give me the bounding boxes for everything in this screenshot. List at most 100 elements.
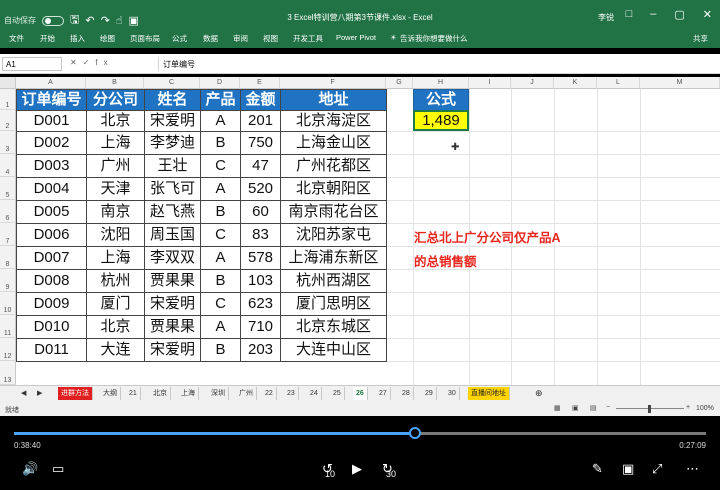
- table-cell-address[interactable]: 广州花都区: [280, 154, 387, 178]
- table-cell-order-id[interactable]: D010: [16, 315, 87, 339]
- page-layout-view-icon[interactable]: ▣: [572, 404, 579, 412]
- row-header-4[interactable]: 4: [0, 154, 16, 177]
- sheet-tab-27[interactable]: 27: [376, 387, 391, 400]
- tab-home[interactable]: 开始: [40, 33, 55, 44]
- minimize-icon[interactable]: –: [650, 8, 656, 21]
- zoom-slider-handle[interactable]: [648, 405, 651, 413]
- column-header-h[interactable]: H: [413, 77, 469, 89]
- sheet-tab-join-group[interactable]: 进群方法: [58, 387, 93, 400]
- table-cell-branch[interactable]: 大连: [86, 338, 145, 362]
- table-cell-address[interactable]: 南京雨花台区: [280, 200, 387, 224]
- tab-file[interactable]: 文件: [9, 33, 24, 44]
- column-header-e[interactable]: E: [240, 77, 280, 89]
- table-cell-branch[interactable]: 厦门: [86, 292, 145, 316]
- table-header-amount[interactable]: 金额: [240, 89, 281, 111]
- tab-data[interactable]: 数据: [203, 33, 218, 44]
- sheet-tab-24[interactable]: 24: [307, 387, 322, 400]
- table-cell-order-id[interactable]: D009: [16, 292, 87, 316]
- table-cell-name[interactable]: 贾果果: [144, 269, 201, 293]
- tab-view[interactable]: 视图: [263, 33, 278, 44]
- column-header-b[interactable]: B: [86, 77, 144, 89]
- table-cell-name[interactable]: 王壮: [144, 154, 201, 178]
- table-cell-amount[interactable]: 520: [240, 177, 281, 201]
- column-header-f[interactable]: F: [280, 77, 386, 89]
- table-cell-amount[interactable]: 60: [240, 200, 281, 224]
- tab-developer[interactable]: 开发工具: [293, 33, 323, 44]
- table-cell-order-id[interactable]: D007: [16, 246, 87, 270]
- table-header-name[interactable]: 姓名: [144, 89, 201, 111]
- table-cell-amount[interactable]: 623: [240, 292, 281, 316]
- sheet-tab-outline[interactable]: 大纲: [100, 387, 121, 400]
- row-header-10[interactable]: 10: [0, 292, 16, 315]
- sheet-tab-shenzhen[interactable]: 深圳: [208, 387, 229, 400]
- column-header-i[interactable]: I: [469, 77, 511, 89]
- table-cell-branch[interactable]: 南京: [86, 200, 145, 224]
- next-sheet-icon[interactable]: ▶: [34, 387, 45, 400]
- table-cell-address[interactable]: 大连中山区: [280, 338, 387, 362]
- zoom-level[interactable]: 100%: [696, 405, 714, 412]
- table-cell-order-id[interactable]: D001: [16, 110, 87, 132]
- table-cell-address[interactable]: 北京东城区: [280, 315, 387, 339]
- sheet-tab-shanghai[interactable]: 上海: [178, 387, 199, 400]
- row-header-5[interactable]: 5: [0, 177, 16, 200]
- play-icon[interactable]: ▶: [352, 461, 362, 477]
- tab-page-layout[interactable]: 页面布局: [130, 33, 160, 44]
- formula-result-cell[interactable]: 1,489: [413, 110, 469, 131]
- tell-me-box[interactable]: 告诉我你想要做什么: [400, 33, 468, 44]
- table-cell-branch[interactable]: 沈阳: [86, 223, 145, 247]
- table-cell-product[interactable]: A: [200, 177, 241, 201]
- sheet-tab-26[interactable]: 26: [353, 387, 368, 400]
- miniplayer-icon[interactable]: ▣: [622, 461, 634, 477]
- table-cell-branch[interactable]: 北京: [86, 315, 145, 339]
- more-options-icon[interactable]: ⋯: [686, 461, 699, 477]
- table-cell-amount[interactable]: 47: [240, 154, 281, 178]
- close-icon[interactable]: ✕: [703, 8, 712, 21]
- sheet-tab-22[interactable]: 22: [262, 387, 277, 400]
- ribbon-display-icon[interactable]: □: [626, 8, 633, 21]
- formula-input[interactable]: 订单编号: [158, 57, 718, 71]
- table-cell-name[interactable]: 宋爱明: [144, 338, 201, 362]
- table-cell-name[interactable]: 贾果果: [144, 315, 201, 339]
- table-cell-product[interactable]: A: [200, 315, 241, 339]
- table-header-address[interactable]: 地址: [280, 89, 387, 111]
- row-header-13[interactable]: 13: [0, 361, 16, 385]
- name-box[interactable]: A1: [2, 57, 62, 71]
- table-cell-product[interactable]: B: [200, 269, 241, 293]
- sheet-tab-guangzhou[interactable]: 广州: [236, 387, 257, 400]
- sheet-tab-live-address[interactable]: 直播间地址: [468, 387, 510, 400]
- table-cell-branch[interactable]: 杭州: [86, 269, 145, 293]
- row-header-8[interactable]: 8: [0, 246, 16, 269]
- formula-header-cell[interactable]: 公式: [413, 89, 469, 111]
- table-cell-product[interactable]: A: [200, 110, 241, 132]
- column-header-l[interactable]: L: [597, 77, 640, 89]
- table-cell-product[interactable]: C: [200, 154, 241, 178]
- worksheet-grid[interactable]: A B C D E F G H I J K L M 1 2 3 4 5 6 7 …: [0, 77, 720, 385]
- zoom-in-icon[interactable]: +: [686, 404, 690, 411]
- table-cell-order-id[interactable]: D011: [16, 338, 87, 362]
- row-header-11[interactable]: 11: [0, 315, 16, 338]
- table-cell-address[interactable]: 杭州西湖区: [280, 269, 387, 293]
- table-cell-address[interactable]: 上海浦东新区: [280, 246, 387, 270]
- table-cell-branch[interactable]: 天津: [86, 177, 145, 201]
- zoom-out-icon[interactable]: −: [606, 404, 610, 411]
- column-header-d[interactable]: D: [200, 77, 240, 89]
- tab-insert[interactable]: 插入: [70, 33, 85, 44]
- table-cell-product[interactable]: B: [200, 338, 241, 362]
- cancel-icon[interactable]: ✕: [70, 58, 83, 67]
- column-header-a[interactable]: A: [16, 77, 86, 89]
- table-cell-order-id[interactable]: D006: [16, 223, 87, 247]
- captions-icon[interactable]: ▭: [52, 461, 64, 477]
- table-cell-name[interactable]: 宋爱明: [144, 110, 201, 132]
- enter-icon[interactable]: ✓: [83, 58, 96, 67]
- table-cell-amount[interactable]: 203: [240, 338, 281, 362]
- prev-sheet-icon[interactable]: ◀: [18, 387, 29, 400]
- row-header-12[interactable]: 12: [0, 338, 16, 361]
- column-header-k[interactable]: K: [554, 77, 597, 89]
- table-cell-product[interactable]: C: [200, 292, 241, 316]
- table-cell-address[interactable]: 沈阳苏家屯: [280, 223, 387, 247]
- table-cell-product[interactable]: A: [200, 246, 241, 270]
- fullscreen-icon[interactable]: ⤢: [652, 461, 662, 477]
- table-cell-name[interactable]: 周玉国: [144, 223, 201, 247]
- sheet-tab-28[interactable]: 28: [399, 387, 414, 400]
- table-cell-name[interactable]: 宋爱明: [144, 292, 201, 316]
